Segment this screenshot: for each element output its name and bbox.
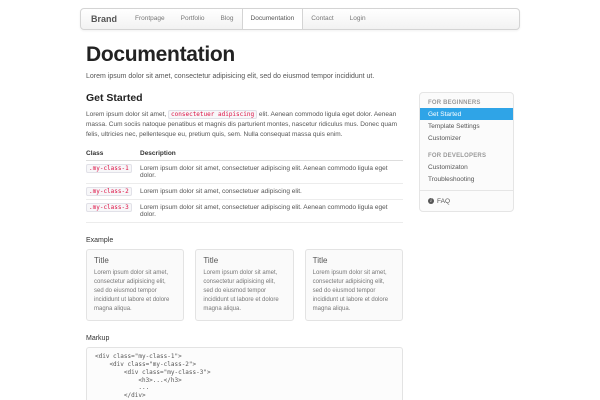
example-heading: Example [86, 237, 114, 245]
markup-heading: Markup [86, 335, 110, 343]
page-title: Documentation [86, 43, 235, 66]
sidebar-item-template-settings[interactable]: Template Settings [420, 120, 513, 132]
card-title: Title [203, 256, 219, 266]
example-card: Title Lorem ipsum dolor sit amet, consec… [304, 249, 403, 322]
card-title: Title [94, 256, 109, 266]
class-chip: .my-class-2 [86, 187, 132, 197]
class-chip: .my-class-3 [86, 203, 132, 213]
example-cards: Title Lorem ipsum dolor sit amet, consec… [86, 249, 403, 322]
nav-item-documentation[interactable]: Documentation [241, 9, 304, 29]
markup-code-block: <div class="my-class-1"> <div class="my-… [86, 347, 403, 400]
intro-text-pre: Lorem ipsum dolor sit amet, [86, 111, 169, 118]
get-started-intro: Lorem ipsum dolor sit amet, consectetuer… [86, 110, 403, 139]
page-lead: Lorem ipsum dolor sit amet, consectetur … [86, 73, 375, 80]
sidebar-item-faq[interactable]: i FAQ [420, 195, 513, 207]
table-header-class: Class [86, 147, 140, 162]
page: Brand Frontpage Portfolio Blog Documenta… [80, 8, 520, 400]
nav-item-contact[interactable]: Contact [303, 9, 341, 29]
content: Documentation Lorem ipsum dolor sit amet… [80, 43, 520, 400]
table-row: .my-class-2 Lorem ipsum dolor sit amet, … [86, 183, 403, 201]
faq-label: FAQ [437, 197, 451, 205]
table-header-row: Class Description [86, 147, 403, 162]
main-column: Get Started Lorem ipsum dolor sit amet, … [86, 92, 403, 400]
sidebar-item-troubleshooting[interactable]: Troubleshooting [420, 173, 513, 185]
nav-item-blog[interactable]: Blog [213, 9, 242, 29]
get-started-heading: Get Started [86, 92, 143, 104]
table-header-description: Description [140, 147, 403, 162]
example-card: Title Lorem ipsum dolor sit amet, consec… [195, 249, 294, 322]
nav-item-portfolio[interactable]: Portfolio [173, 9, 213, 29]
info-icon: i [428, 198, 434, 204]
sidebar-divider [420, 190, 513, 191]
card-text: Lorem ipsum dolor sit amet, consectetur … [94, 270, 170, 313]
example-card: Title Lorem ipsum dolor sit amet, consec… [86, 249, 185, 322]
card-text: Lorem ipsum dolor sit amet, consectetur … [203, 270, 279, 313]
sidebar-item-get-started[interactable]: Get Started [420, 108, 513, 120]
class-table: Class Description .my-class-1 Lorem ipsu… [86, 147, 403, 224]
class-chip: .my-class-1 [86, 164, 132, 174]
table-row: .my-class-3 Lorem ipsum dolor sit amet, … [86, 199, 403, 224]
card-title: Title [312, 256, 328, 266]
sidebar-header-beginners: For Beginners [428, 100, 481, 106]
class-description: Lorem ipsum dolor sit amet, consectetuer… [140, 160, 403, 185]
sidebar: For Beginners Get Started Template Setti… [419, 92, 514, 212]
table-row: .my-class-1 Lorem ipsum dolor sit amet, … [86, 160, 403, 185]
class-description: Lorem ipsum dolor sit amet, consectetuer… [140, 183, 403, 201]
navbar: Brand Frontpage Portfolio Blog Documenta… [80, 8, 520, 30]
intro-inline-code: consectetuer adipiscing [168, 110, 258, 119]
nav-item-frontpage[interactable]: Frontpage [127, 9, 173, 29]
class-description: Lorem ipsum dolor sit amet, consectetuer… [140, 199, 403, 224]
card-text: Lorem ipsum dolor sit amet, consectetur … [312, 270, 389, 313]
sidebar-item-customizaton[interactable]: Customizaton [420, 161, 513, 173]
nav-item-login[interactable]: Login [342, 9, 374, 29]
sidebar-item-customizer[interactable]: Customizer [420, 132, 513, 144]
navbar-brand[interactable]: Brand [81, 9, 127, 29]
sidebar-header-developers: For Developers [428, 153, 487, 159]
